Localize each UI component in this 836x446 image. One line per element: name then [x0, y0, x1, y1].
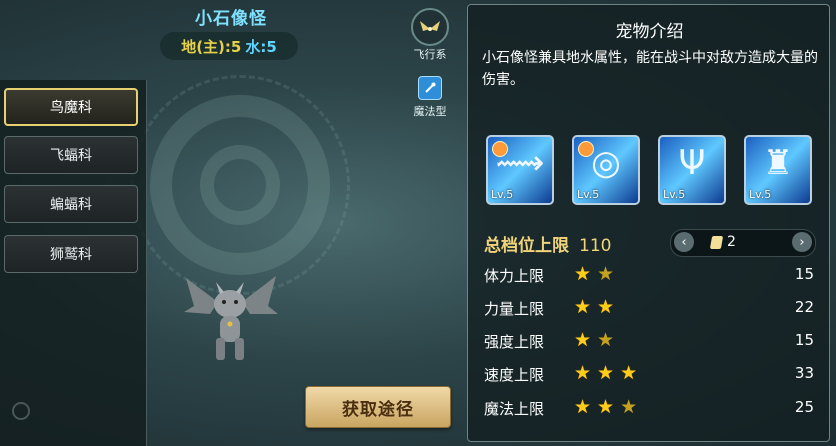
- skill-slot-2[interactable]: ◎ Lv.5: [572, 135, 640, 205]
- pet-info-panel: 宠物介绍 小石像怪兼具地水属性，能在战斗中对敌方造成大量的伤害。 ⟿ Lv.5 …: [467, 4, 830, 442]
- skill-slot-3[interactable]: Ψ Lv.5: [658, 135, 726, 205]
- chevron-right-icon[interactable]: ›: [792, 232, 812, 252]
- star-icon: ★: [597, 296, 621, 318]
- flying-type-label: 飞行系: [413, 48, 447, 61]
- star-icon: ★: [574, 296, 598, 318]
- pager-value: 2: [727, 234, 736, 250]
- sidebar-item-bat[interactable]: 蝙蝠科: [4, 185, 138, 223]
- stat-value: 22: [794, 298, 814, 316]
- star-icon: ★: [574, 396, 598, 418]
- sidebar-item-label: 飞蝠科: [50, 148, 92, 164]
- attribute-earth: 地(主):5: [181, 37, 242, 56]
- skill-level: Lv.5: [577, 188, 600, 201]
- half-star-icon: ★: [620, 396, 644, 418]
- stat-label: 强度上限: [484, 333, 545, 351]
- stat-row-magic: 魔法上限 ★★★ 25: [484, 395, 814, 421]
- get-source-button[interactable]: 获取途径: [305, 386, 451, 428]
- stat-label: 体力上限: [484, 267, 545, 285]
- attribute-water: 水:5: [245, 37, 277, 56]
- stat-value: 15: [794, 265, 814, 283]
- ticket-icon: [709, 236, 724, 249]
- skill-slot-1[interactable]: ⟿ Lv.5: [486, 135, 554, 205]
- tier-pager: ‹ 2 ›: [670, 229, 816, 257]
- star-rating: ★★: [574, 263, 620, 285]
- star-icon: ★: [597, 362, 621, 384]
- star-rating: ★★: [574, 296, 620, 318]
- stat-value: 33: [794, 364, 814, 382]
- wizard-skill-icon: ♜: [762, 143, 794, 183]
- stat-value: 25: [794, 398, 814, 416]
- background-ring-inner: [200, 145, 280, 225]
- sidebar-item-label: 鸟魔科: [50, 100, 92, 116]
- skill-level: Lv.5: [749, 188, 772, 201]
- stat-label: 速度上限: [484, 366, 545, 384]
- stat-value: 15: [794, 331, 814, 349]
- star-icon: ★: [574, 263, 598, 285]
- stat-label: 力量上限: [484, 300, 545, 318]
- rune-skill-icon: Ψ: [678, 143, 706, 183]
- intro-title: 宠物介绍: [615, 22, 684, 42]
- skill-list: ⟿ Lv.5 ◎ Lv.5 Ψ Lv.5 ♜ Lv.5: [486, 135, 814, 209]
- chevron-left-icon[interactable]: ‹: [674, 232, 694, 252]
- sword-skill-icon: ⟿: [495, 143, 545, 183]
- star-icon: ★: [574, 329, 598, 351]
- skill-level: Lv.5: [663, 188, 686, 201]
- star-rating: ★★: [574, 329, 620, 351]
- half-star-icon: ★: [597, 329, 621, 351]
- pet-name: 小石像怪: [195, 9, 267, 29]
- sidebar-item-bird-demon[interactable]: 鸟魔科: [4, 88, 138, 126]
- total-tier-value: 110: [579, 236, 612, 256]
- vortex-skill-icon: ◎: [591, 143, 621, 183]
- sidebar-item-griffin[interactable]: 狮鹫科: [4, 235, 138, 273]
- stat-row-stamina: 体力上限 ★★ 15: [484, 262, 814, 288]
- skill-slot-4[interactable]: ♜ Lv.5: [744, 135, 812, 205]
- refresh-icon[interactable]: [12, 402, 30, 420]
- pet-model[interactable]: [180, 272, 280, 367]
- flying-type-badge: 飞行系: [405, 8, 455, 62]
- wings-icon: [411, 8, 449, 46]
- half-star-icon: ★: [597, 263, 621, 285]
- sidebar-item-flying-bat[interactable]: 飞蝠科: [4, 136, 138, 174]
- stat-row-strength: 力量上限 ★★ 22: [484, 295, 814, 321]
- star-rating: ★★★: [574, 396, 643, 418]
- star-icon: ★: [597, 396, 621, 418]
- sidebar-item-label: 蝙蝠科: [50, 197, 92, 213]
- stat-label: 魔法上限: [484, 400, 545, 418]
- star-icon: ★: [574, 362, 598, 384]
- stat-row-toughness: 强度上限 ★★ 15: [484, 328, 814, 354]
- sidebar-item-label: 狮鹫科: [50, 247, 92, 263]
- magic-type-label: 魔法型: [413, 105, 447, 118]
- intro-text: 小石像怪兼具地水属性，能在战斗中对敌方造成大量的伤害。: [482, 50, 818, 88]
- attribute-pill: 地(主):5 水:5: [160, 32, 298, 60]
- stat-row-speed: 速度上限 ★★★ 33: [484, 361, 814, 387]
- wand-icon: [418, 76, 442, 100]
- family-sidebar: 鸟魔科 飞蝠科 蝙蝠科 狮鹫科: [0, 80, 147, 446]
- magic-type-badge: 魔法型: [405, 76, 455, 119]
- skill-level: Lv.5: [491, 188, 514, 201]
- total-tier-label: 总档位上限: [484, 236, 569, 256]
- star-icon: ★: [620, 362, 644, 384]
- star-rating: ★★★: [574, 362, 643, 384]
- total-tier-row: 总档位上限 110: [484, 231, 611, 256]
